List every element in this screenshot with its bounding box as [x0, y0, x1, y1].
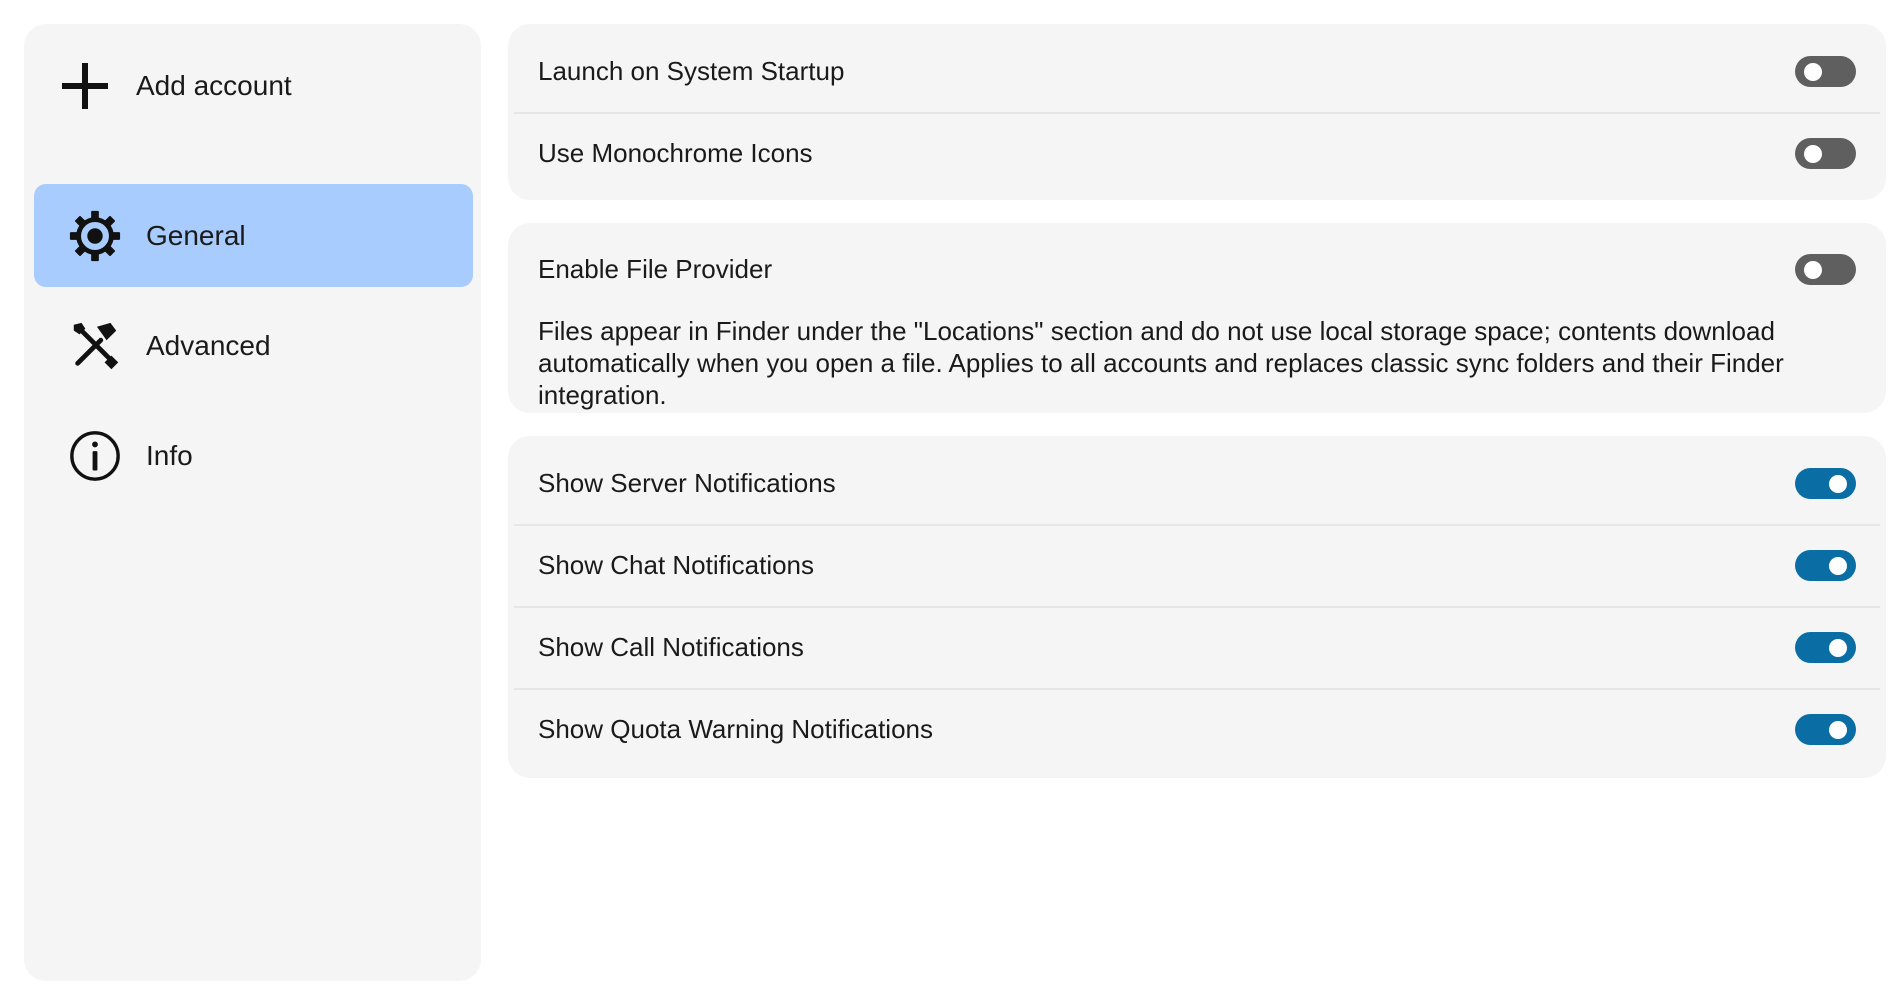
quota-warning-notifications-row: Show Quota Warning Notifications	[508, 688, 1886, 770]
toggle-knob	[1829, 639, 1847, 657]
chat-notifications-row: Show Chat Notifications	[508, 524, 1886, 606]
sidebar: Add account General Advanced Info	[24, 24, 481, 981]
chat-notifications-label: Show Chat Notifications	[538, 549, 815, 580]
launch-on-startup-label: Launch on System Startup	[538, 55, 845, 86]
call-notifications-label: Show Call Notifications	[538, 631, 804, 662]
quota-warning-notifications-label: Show Quota Warning Notifications	[538, 713, 934, 744]
file-provider-card: Enable File Provider Files appear in Fin…	[508, 223, 1886, 413]
toggle-knob	[1804, 63, 1822, 81]
file-provider-toggle[interactable]	[1795, 254, 1856, 285]
sidebar-item-advanced[interactable]: Advanced	[34, 294, 473, 397]
info-icon	[68, 429, 122, 483]
monochrome-icons-label: Use Monochrome Icons	[538, 137, 813, 168]
plus-icon	[58, 59, 112, 113]
server-notifications-label: Show Server Notifications	[538, 467, 836, 498]
quota-warning-notifications-toggle[interactable]	[1795, 714, 1856, 745]
add-account-label: Add account	[136, 70, 292, 101]
call-notifications-toggle[interactable]	[1795, 632, 1856, 663]
file-provider-row: Enable File Provider	[508, 223, 1886, 315]
tools-icon	[68, 319, 122, 373]
chat-notifications-toggle[interactable]	[1795, 550, 1856, 581]
notifications-card: Show Server Notifications Show Chat Noti…	[508, 436, 1886, 778]
sidebar-item-label: Info	[146, 439, 193, 471]
file-provider-label: Enable File Provider	[538, 253, 773, 284]
startup-settings-card: Launch on System Startup Use Monochrome …	[508, 24, 1886, 200]
toggle-knob	[1829, 721, 1847, 739]
toggle-knob	[1804, 145, 1822, 163]
launch-on-startup-toggle[interactable]	[1795, 56, 1856, 87]
server-notifications-row: Show Server Notifications	[508, 442, 1886, 524]
monochrome-icons-toggle[interactable]	[1795, 138, 1856, 169]
call-notifications-row: Show Call Notifications	[508, 606, 1886, 688]
toggle-knob	[1829, 557, 1847, 575]
toggle-knob	[1804, 261, 1822, 279]
sidebar-item-general[interactable]: General	[34, 184, 473, 287]
gear-icon	[68, 209, 122, 263]
launch-on-startup-row: Launch on System Startup	[508, 30, 1886, 112]
add-account-button[interactable]: Add account	[58, 52, 478, 120]
sidebar-item-label: General	[146, 219, 246, 251]
monochrome-icons-row: Use Monochrome Icons	[508, 112, 1886, 194]
toggle-knob	[1829, 475, 1847, 493]
sidebar-item-label: Advanced	[146, 329, 271, 361]
file-provider-description: Files appear in Finder under the "Locati…	[538, 316, 1784, 410]
server-notifications-toggle[interactable]	[1795, 468, 1856, 499]
sidebar-item-info[interactable]: Info	[34, 404, 473, 507]
